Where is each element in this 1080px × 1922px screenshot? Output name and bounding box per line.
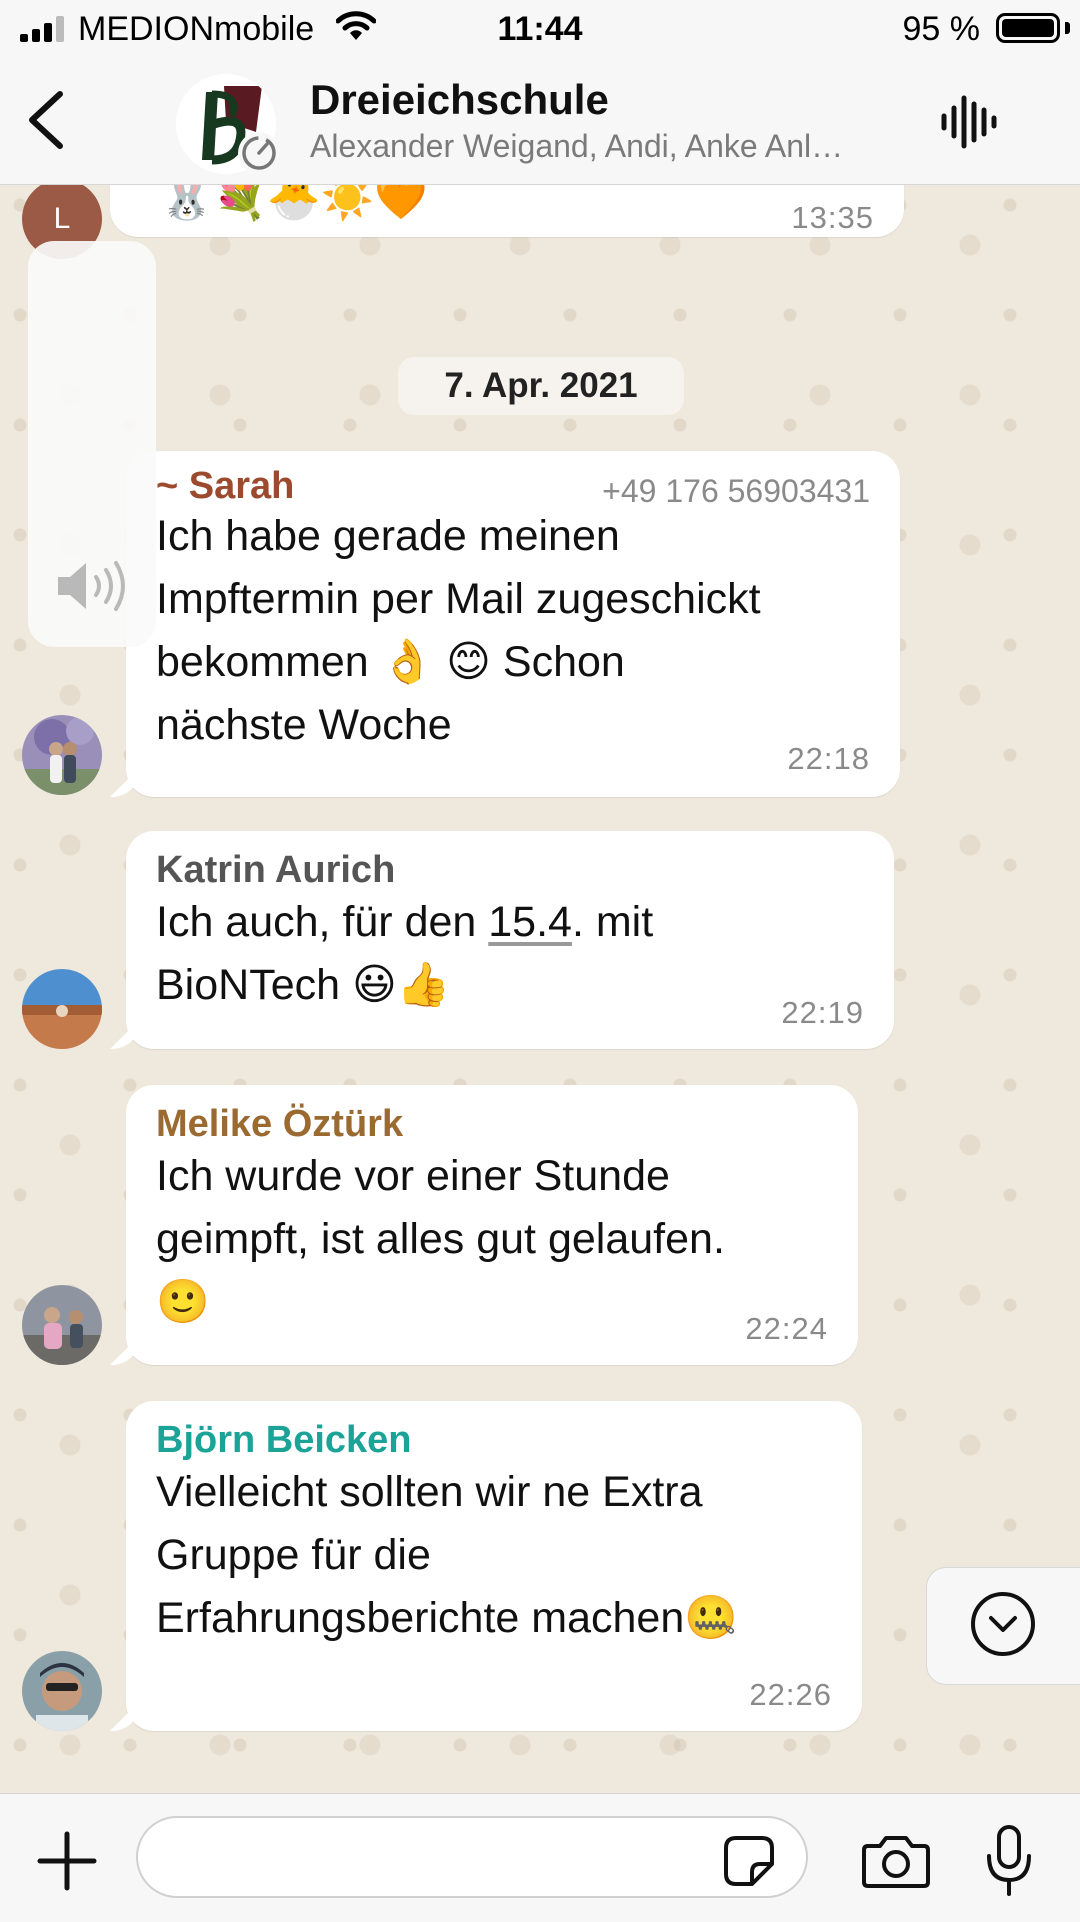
battery-cap [1065,22,1070,34]
date-link[interactable]: 15.4 [488,898,572,946]
message-bubble[interactable]: Katrin Aurich Ich auch, für den 15.4. mi… [126,831,894,1049]
avatar[interactable] [22,715,102,795]
message-text: Ich wurde vor einer Stunde geimpft, ist … [156,1152,725,1326]
user-photo-icon [22,1651,102,1731]
message-time: 13:35 [791,200,874,235]
message-composer [0,1793,1080,1922]
user-photo-icon [22,1285,102,1365]
speaker-icon [58,561,125,611]
chevron-left-icon[interactable] [22,88,72,152]
message-bubble[interactable]: Björn Beicken Vielleicht sollten wir ne … [126,1401,862,1731]
message-time: 22:19 [781,995,864,1030]
microphone-icon[interactable] [984,1824,1034,1898]
sticker-icon[interactable] [722,1834,776,1888]
camera-icon[interactable] [862,1832,930,1888]
message-time: 22:24 [745,1311,828,1346]
message-bubble[interactable]: 🐰💐🐣☀️🧡 13:35 [110,185,904,237]
user-photo-icon [22,969,102,1049]
message-text: Vielleicht sollten wir ne Extra Gruppe f… [156,1468,738,1642]
group-title[interactable]: Dreieichschule [310,76,609,124]
plus-icon[interactable] [36,1830,98,1892]
message-time: 22:18 [787,741,870,776]
avatar[interactable] [22,1285,102,1365]
status-bar: MEDIONmobile 11:44 95 % [0,0,1080,58]
volume-indicator [28,241,156,647]
sender-name[interactable]: Katrin Aurich [156,849,395,892]
message-time: 22:26 [749,1677,832,1712]
chat-messages-area[interactable]: L 🐰💐🐣☀️🧡 13:35 7. Apr. 2021 ~ Sarah +49 … [0,185,1080,1793]
date-separator: 7. Apr. 2021 [398,357,684,415]
chevron-down-icon [971,1592,1035,1656]
disappearing-timer-icon [238,132,280,174]
message-input[interactable] [136,1816,808,1898]
message-bubble[interactable]: Melike Öztürk Ich wurde vor einer Stunde… [126,1085,858,1365]
message-text: Ich habe gerade meinen Impftermin per Ma… [156,512,761,749]
user-photo-icon [22,715,102,795]
group-members[interactable]: Alexander Weigand, Andi, Anke Anl… [310,128,910,165]
battery-icon [996,13,1060,43]
avatar[interactable] [22,969,102,1049]
sender-name[interactable]: Björn Beicken [156,1419,412,1462]
sender-name[interactable]: ~ Sarah [156,465,294,508]
battery-percentage: 95 % [902,10,981,48]
scroll-to-bottom-button[interactable] [926,1567,1080,1685]
message-text: Ich auch, für den 15.4. mit BioNTech 😃👍 [156,898,654,1009]
chat-header: Dreieichschule Alexander Weigand, Andi, … [0,58,1080,185]
avatar[interactable] [22,1651,102,1731]
message-bubble[interactable]: ~ Sarah +49 176 56903431 Ich habe gerade… [126,451,900,797]
message-text: 🐰💐🐣☀️🧡 [160,185,428,223]
sender-name[interactable]: Melike Öztürk [156,1103,403,1146]
voice-chat-icon[interactable] [940,94,1000,150]
